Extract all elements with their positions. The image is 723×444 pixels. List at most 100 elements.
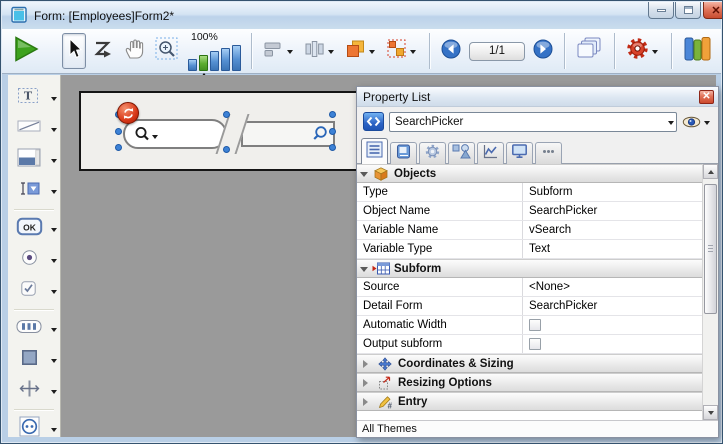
selection-handle[interactable] [223, 146, 230, 153]
palette-item-splitter-tool [8, 375, 60, 406]
next-page-button[interactable] [530, 33, 556, 69]
rectangle-tool-button[interactable] [14, 349, 44, 371]
tab-shapes[interactable] [448, 142, 475, 164]
tab-options[interactable] [419, 142, 446, 164]
output-subform-checkbox[interactable] [529, 338, 541, 350]
collapse-icon[interactable] [360, 267, 368, 276]
chevron-down-icon[interactable] [51, 97, 57, 104]
combo-box-tool-button[interactable] [14, 180, 44, 202]
property-value[interactable]: SearchPicker [529, 205, 597, 217]
chevron-down-icon[interactable] [51, 428, 57, 435]
splitter-tool-button[interactable] [14, 379, 44, 403]
gear-icon [626, 37, 649, 65]
entry-order-tool-button[interactable] [89, 33, 117, 69]
expand-icon[interactable] [363, 398, 372, 406]
property-list-titlebar[interactable]: Property List ✕ [357, 87, 718, 107]
chevron-down-icon[interactable] [51, 228, 57, 235]
edit-code-button[interactable] [363, 112, 384, 131]
section-subform[interactable]: Subform [357, 259, 702, 278]
tab-data[interactable] [390, 142, 417, 164]
button-grid-tool-button[interactable] [14, 319, 44, 339]
search-menu-arrow-icon[interactable] [152, 135, 158, 142]
scroll-down-button[interactable] [703, 405, 718, 420]
form-pages-button[interactable] [573, 33, 606, 69]
splitter-tool-icon [18, 379, 41, 403]
property-value[interactable]: Text [529, 243, 550, 255]
subform-badge-icon[interactable] [117, 102, 139, 124]
play-icon [13, 35, 40, 68]
section-coordinates-sizing[interactable]: Coordinates & Sizing [357, 354, 702, 373]
chevron-down-icon[interactable] [51, 159, 57, 166]
tab-properties[interactable] [361, 138, 388, 164]
tab-more[interactable] [535, 142, 562, 164]
line-tool-button[interactable] [14, 119, 44, 138]
maximize-button[interactable] [675, 2, 701, 19]
property-value[interactable]: Subform [529, 186, 572, 198]
tab-events[interactable] [477, 142, 504, 164]
zoom-tool-button[interactable] [152, 33, 181, 69]
chevron-down-icon[interactable] [51, 359, 57, 366]
chevron-down-icon[interactable] [51, 290, 57, 297]
expand-icon[interactable] [363, 360, 372, 368]
zoom-level-widget[interactable]: 100% [188, 32, 243, 71]
themes-filter-bar[interactable]: All Themes [357, 420, 718, 437]
close-button[interactable]: ✕ [703, 2, 723, 19]
property-list-title: Property List [363, 90, 699, 104]
scrollbar[interactable] [702, 164, 718, 420]
view-options-button[interactable] [682, 115, 712, 129]
execute-form-button[interactable] [10, 33, 43, 69]
chevron-down-icon[interactable] [51, 390, 57, 397]
library-button[interactable] [680, 33, 715, 69]
books-icon [683, 35, 712, 67]
automatic-width-checkbox[interactable] [529, 319, 541, 331]
duplicate-icon [345, 38, 366, 64]
toolbar-separator [614, 33, 615, 69]
selection-handle[interactable] [115, 144, 122, 151]
minimize-button[interactable] [648, 2, 674, 19]
scroll-up-button[interactable] [703, 164, 718, 179]
zoom-level-label: 100% [191, 32, 243, 43]
chevron-down-icon [668, 121, 674, 128]
section-resizing-options[interactable]: Resizing Options [357, 373, 702, 392]
radio-button-tool-button[interactable] [14, 249, 44, 271]
property-row-variable-type: Variable TypeText [357, 240, 702, 259]
previous-page-button[interactable] [438, 33, 464, 69]
expand-icon[interactable] [363, 379, 372, 387]
chevron-down-icon[interactable] [51, 328, 57, 335]
scrollbar-thumb[interactable] [704, 184, 717, 314]
selection-handle[interactable] [223, 111, 230, 118]
actions-button[interactable] [623, 33, 663, 69]
chevron-down-icon[interactable] [51, 128, 57, 135]
tab-display[interactable] [506, 142, 533, 164]
code-icon [366, 116, 381, 127]
search-picker-input[interactable] [123, 119, 227, 149]
check-box-tool-button[interactable] [14, 280, 44, 302]
property-value[interactable]: vSearch [529, 224, 571, 236]
page-indicator-field[interactable]: 1/1 [469, 42, 525, 61]
entry-icon: # [376, 395, 394, 409]
text-tool-button[interactable]: T [14, 87, 44, 109]
section-entry[interactable]: #Entry [357, 392, 702, 411]
chevron-down-icon[interactable] [51, 259, 57, 266]
section-objects[interactable]: Objects [357, 164, 702, 183]
duplicate-button[interactable] [342, 33, 380, 69]
selection-handle[interactable] [329, 128, 336, 135]
search-picker-result-box[interactable] [241, 121, 335, 147]
property-value[interactable]: SearchPicker [529, 300, 597, 312]
selection-tool-button[interactable] [62, 33, 86, 69]
distribute-button[interactable] [301, 33, 339, 69]
matrix-button[interactable] [383, 33, 421, 69]
selection-handle[interactable] [115, 128, 122, 135]
collapse-icon[interactable] [360, 172, 368, 181]
chevron-down-icon[interactable] [51, 190, 57, 197]
property-value[interactable]: <None> [529, 281, 570, 293]
pan-tool-button[interactable] [120, 33, 149, 69]
button-tool-button[interactable]: OK [14, 217, 44, 241]
align-button[interactable] [260, 33, 298, 69]
property-list-close-button[interactable]: ✕ [699, 90, 714, 104]
plugin-area-tool-button[interactable] [14, 416, 44, 442]
list-box-tool-button[interactable] [14, 148, 44, 172]
object-selector-dropdown[interactable]: SearchPicker [389, 112, 677, 132]
selection-handle[interactable] [329, 111, 336, 118]
selection-handle[interactable] [329, 144, 336, 151]
